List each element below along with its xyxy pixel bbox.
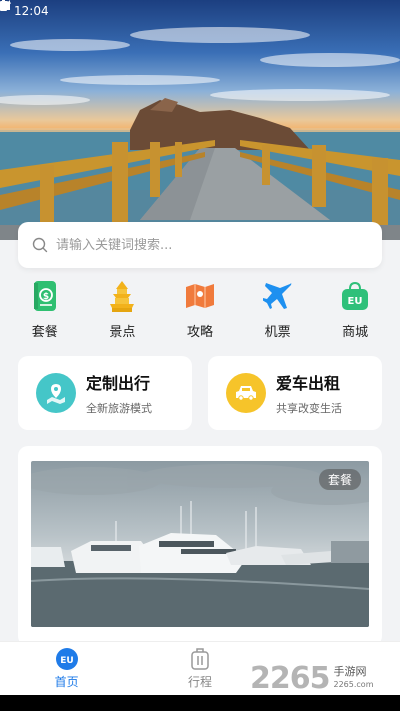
svg-text:$: $: [43, 292, 49, 302]
feature-title: 爱车出租: [276, 374, 341, 393]
watermark: 2265 手游网 2265.com: [250, 660, 400, 696]
nav-label: 首页: [54, 674, 79, 689]
category-label: 商城: [342, 325, 369, 340]
status-time: 12:04: [14, 4, 49, 18]
status-bar: 12:04: [0, 0, 400, 22]
pagoda-icon: [105, 280, 139, 312]
system-gesture-bar: [0, 695, 400, 711]
app-screen: 12:04 请输入关键词搜索... $ 套餐 景点 攻略 机票 EU 商城 定制…: [0, 0, 400, 711]
feature-title: 定制出行: [86, 374, 151, 393]
watermark-url: 2265.com: [333, 680, 374, 689]
map-icon: [183, 280, 217, 312]
search-icon: [32, 237, 48, 253]
map-pin-icon: [36, 373, 76, 413]
category-package[interactable]: $ 套餐: [13, 280, 77, 346]
hero-banner[interactable]: 12:04: [0, 0, 400, 240]
luggage-icon: [191, 647, 209, 670]
car-rental-card[interactable]: 爱车出租 共享改变生活: [208, 356, 382, 430]
feature-subtitle: 共享改变生活: [276, 402, 342, 415]
package-tag: 套餐: [318, 469, 361, 490]
feature-subtitle: 全新旅游模式: [86, 402, 152, 415]
package-card[interactable]: 套餐: [18, 446, 382, 646]
airplane-icon: [261, 280, 295, 312]
category-label: 景点: [109, 325, 136, 340]
category-label: 攻略: [186, 325, 213, 340]
nav-label: 行程: [187, 674, 212, 689]
category-flight[interactable]: 机票: [246, 280, 310, 346]
watermark-name: 手游网: [333, 665, 367, 678]
category-label: 套餐: [31, 325, 58, 340]
search-bar[interactable]: [18, 222, 382, 268]
home-eu-icon: EU: [55, 647, 78, 670]
nav-itinerary[interactable]: 行程: [160, 647, 240, 690]
hero-image: [0, 27, 400, 240]
category-mall[interactable]: EU 商城: [323, 280, 387, 346]
svg-text:EU: EU: [348, 296, 363, 307]
package-photo: 套餐: [31, 461, 369, 627]
category-row: $ 套餐 景点 攻略 机票 EU 商城: [0, 280, 400, 346]
category-label: 机票: [264, 325, 291, 340]
category-attraction[interactable]: 景点: [90, 280, 154, 346]
category-guide[interactable]: 攻略: [168, 280, 232, 346]
nav-home[interactable]: EU 首页: [27, 647, 107, 690]
search-input[interactable]: [56, 237, 346, 253]
watermark-number: 2265: [250, 660, 330, 696]
car-icon: [226, 373, 266, 413]
svg-text:EU: EU: [60, 656, 73, 666]
shopping-bag-icon: EU: [338, 280, 372, 312]
custom-travel-card[interactable]: 定制出行 全新旅游模式: [18, 356, 192, 430]
package-icon: $: [28, 280, 62, 312]
